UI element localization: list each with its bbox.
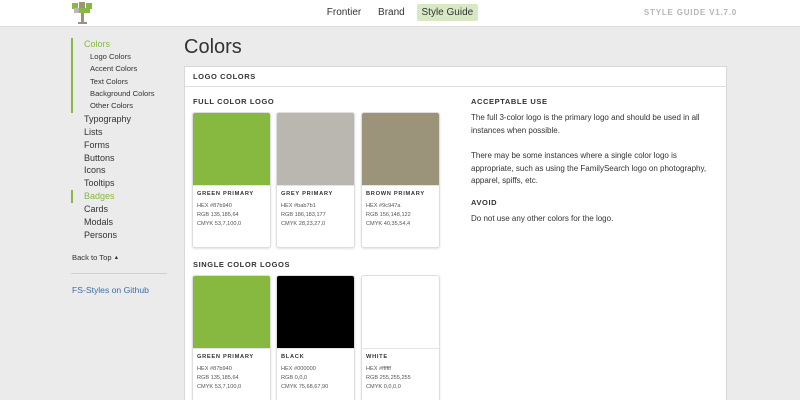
acceptable-use-paragraph-2: There may be some instances where a sing… xyxy=(471,151,707,185)
sidebar-item-colors[interactable]: Colors xyxy=(84,38,171,51)
color-swatch xyxy=(362,276,439,349)
sidebar-item-persons[interactable]: Persons xyxy=(71,229,171,242)
nav-frontier[interactable]: Frontier xyxy=(322,4,366,21)
color-cmyk: CMYK 53,7,100,0 xyxy=(197,384,242,390)
color-cmyk: CMYK 40,35,54,4 xyxy=(366,221,411,227)
acceptable-use-heading: ACCEPTABLE USE xyxy=(471,97,548,106)
sidebar-item-badges[interactable]: Badges xyxy=(84,190,171,203)
color-hex: HEX #bab7b1 xyxy=(281,203,316,209)
sidebar-group-badges: Badges xyxy=(71,190,171,204)
color-rgb: RGB 186,183,177 xyxy=(281,212,326,218)
back-to-top-link[interactable]: Back to Top ▲ xyxy=(71,252,171,264)
sidebar-item-modals[interactable]: Modals xyxy=(71,216,171,229)
color-cmyk: CMYK 53,7,100,0 xyxy=(197,221,242,227)
version-label: STYLE GUIDE V1.7.0 xyxy=(643,8,737,17)
color-name: BLACK xyxy=(281,354,305,360)
single-color-logos-label: SINGLE COLOR LOGOS xyxy=(193,260,291,269)
page-title: Colors xyxy=(184,36,242,58)
full-color-logo-label: FULL COLOR LOGO xyxy=(193,97,275,106)
color-cmyk: CMYK 28,23,27,0 xyxy=(281,221,326,227)
sidebar-divider xyxy=(71,272,167,274)
color-swatch xyxy=(277,276,354,349)
sidebar: Colors Logo Colors Accent Colors Text Co… xyxy=(71,38,171,295)
sidebar-subitem-logo-colors[interactable]: Logo Colors xyxy=(84,51,171,63)
sidebar-subitem-other-colors[interactable]: Other Colors xyxy=(84,100,171,112)
color-card-grey-primary: GREY PRIMARY HEX #bab7b1 RGB 186,183,177… xyxy=(276,112,355,248)
color-card-green-primary-single: GREEN PRIMARY HEX #87b940 RGB 135,185,64… xyxy=(192,275,271,400)
color-rgb: RGB 255,255,255 xyxy=(366,375,411,381)
color-hex: HEX #000000 xyxy=(281,366,316,372)
sidebar-item-lists[interactable]: Lists xyxy=(71,126,171,139)
color-name: GREY PRIMARY xyxy=(281,191,334,197)
sidebar-subitem-accent-colors[interactable]: Accent Colors xyxy=(84,63,171,75)
color-swatch xyxy=(362,113,439,186)
top-header: Frontier Brand Style Guide STYLE GUIDE V… xyxy=(0,0,800,27)
color-hex: HEX #87b940 xyxy=(197,203,232,209)
avoid-text: Do not use any other colors for the logo… xyxy=(471,214,614,223)
back-to-top-label: Back to Top xyxy=(72,252,112,262)
color-hex: HEX #ffffff xyxy=(366,366,391,372)
logo-colors-panel: LOGO COLORS FULL COLOR LOGO GREEN PRIMAR… xyxy=(184,66,727,400)
color-card-black: BLACK HEX #000000 RGB 0,0,0 CMYK 75,68,6… xyxy=(276,275,355,400)
color-rgb: RGB 135,185,64 xyxy=(197,212,239,218)
color-hex: HEX #87b940 xyxy=(197,366,232,372)
sidebar-item-tooltips[interactable]: Tooltips xyxy=(71,177,171,190)
color-swatch xyxy=(277,113,354,186)
color-rgb: RGB 0,0,0 xyxy=(281,375,308,381)
sidebar-subitem-background-colors[interactable]: Background Colors xyxy=(84,88,171,100)
color-cmyk: CMYK 75,68,67,90 xyxy=(281,384,329,390)
color-swatch xyxy=(193,113,270,186)
color-card-green-primary: GREEN PRIMARY HEX #87b940 RGB 135,185,64… xyxy=(192,112,271,248)
sidebar-item-cards[interactable]: Cards xyxy=(71,203,171,216)
color-name: BROWN PRIMARY xyxy=(366,191,425,197)
acceptable-use-paragraph-1: The full 3-color logo is the primary log… xyxy=(471,113,700,135)
nav-brand[interactable]: Brand xyxy=(373,4,410,21)
sidebar-item-forms[interactable]: Forms xyxy=(71,139,171,152)
sidebar-item-buttons[interactable]: Buttons xyxy=(71,152,171,165)
github-link[interactable]: FS-Styles on Github xyxy=(71,285,171,295)
nav-style-guide[interactable]: Style Guide xyxy=(416,4,479,21)
sidebar-group-colors: Colors Logo Colors Accent Colors Text Co… xyxy=(71,38,171,113)
color-rgb: RGB 135,185,64 xyxy=(197,375,239,381)
panel-title: LOGO COLORS xyxy=(185,67,726,87)
color-name: GREEN PRIMARY xyxy=(197,354,254,360)
sidebar-item-icons[interactable]: Icons xyxy=(71,164,171,177)
color-swatch xyxy=(193,276,270,349)
triangle-up-icon: ▲ xyxy=(113,254,120,261)
color-card-white: WHITE HEX #ffffff RGB 255,255,255 CMYK 0… xyxy=(361,275,440,400)
sidebar-item-typography[interactable]: Typography xyxy=(71,113,171,126)
color-name: GREEN PRIMARY xyxy=(197,191,254,197)
color-name: WHITE xyxy=(366,354,388,360)
color-card-brown-primary: BROWN PRIMARY HEX #9c947a RGB 156,148,12… xyxy=(361,112,440,248)
avoid-heading: AVOID xyxy=(471,198,498,207)
color-rgb: RGB 156,148,122 xyxy=(366,212,411,218)
sidebar-subitem-text-colors[interactable]: Text Colors xyxy=(84,76,171,88)
color-hex: HEX #9c947a xyxy=(366,203,401,209)
color-cmyk: CMYK 0,0,0,0 xyxy=(366,384,401,390)
